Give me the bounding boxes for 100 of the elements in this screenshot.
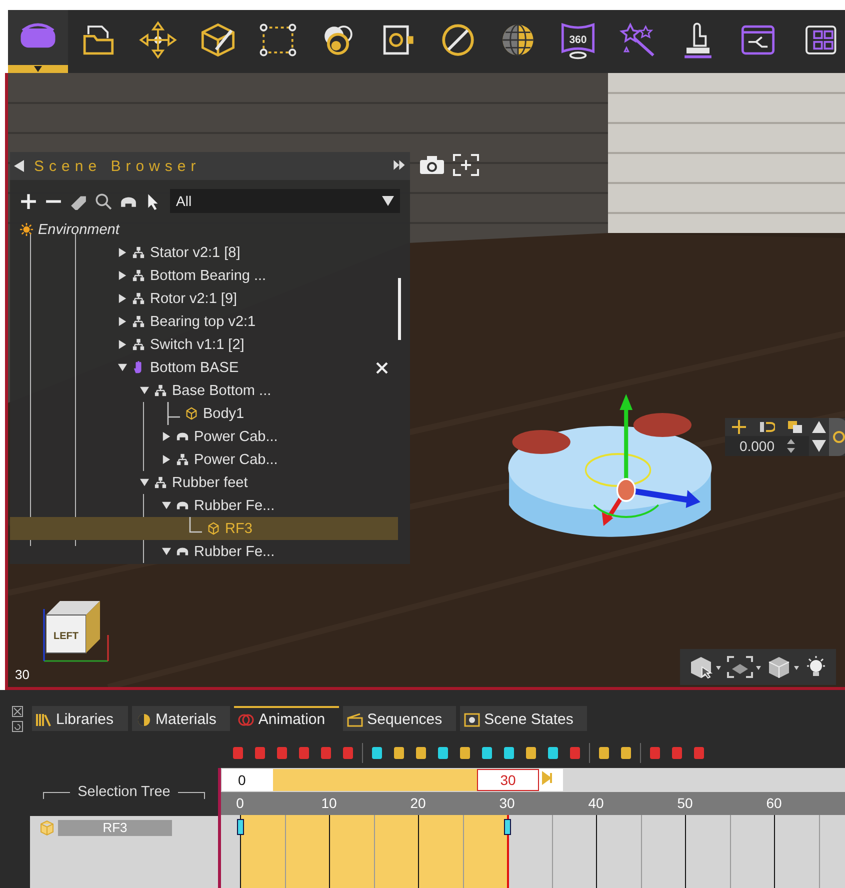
collapse-arrow-icon[interactable]	[162, 547, 171, 556]
range-end-field[interactable]: 30	[477, 769, 539, 791]
layers-icon[interactable]	[787, 420, 803, 434]
search-icon[interactable]	[95, 192, 112, 210]
tree-item-label: RF3	[225, 520, 252, 536]
expand-arrow-icon[interactable]	[162, 455, 171, 464]
sun-icon	[20, 223, 33, 236]
tree-item-label: Rubber Fe...	[194, 544, 275, 560]
keyframe[interactable]	[504, 819, 511, 835]
toolbar-button[interactable]	[8, 10, 68, 73]
expand-arrow-icon[interactable]	[118, 294, 127, 303]
tree-item[interactable]: Bottom BASE	[10, 356, 410, 379]
restore-icon[interactable]	[12, 721, 23, 732]
expand-arrow-icon[interactable]	[118, 271, 127, 280]
tree-item-label: Environment	[38, 222, 120, 238]
keyframe[interactable]	[237, 819, 244, 835]
tree-item[interactable]: Rubber feet	[10, 471, 410, 494]
panel-tab[interactable]: Scene States	[460, 706, 588, 731]
ruler-label: 20	[410, 795, 426, 811]
tree-item[interactable]: Rubber Fe...	[10, 540, 410, 563]
tree-item-label: Bearing top v2:1	[150, 314, 256, 330]
hierarchy-icon	[132, 292, 145, 305]
move-icon[interactable]	[731, 420, 747, 434]
tree-item[interactable]: RF3	[10, 517, 398, 540]
tree-connector-icon	[166, 402, 180, 425]
component-icon	[176, 430, 189, 443]
cube-icon[interactable]	[766, 655, 800, 679]
tree-item[interactable]: Switch v1:1 [2]	[10, 333, 410, 356]
tree-item-label: Bottom Bearing ...	[150, 268, 266, 284]
toolbar-button[interactable]: 360	[548, 10, 608, 73]
magnet-icon[interactable]	[759, 420, 775, 434]
hierarchy-icon	[154, 384, 167, 397]
expand-arrow-icon[interactable]	[118, 248, 127, 257]
tree-item[interactable]: Base Bottom ...	[10, 379, 410, 402]
tree-item[interactable]: Body1	[10, 402, 410, 425]
ruler-label: 40	[588, 795, 604, 811]
grid-frame-icon[interactable]	[726, 655, 762, 679]
tree-item[interactable]: Environment	[10, 218, 410, 241]
light-bulb-icon[interactable]	[804, 655, 828, 679]
expand-arrow-icon[interactable]	[118, 340, 127, 349]
tree-item[interactable]: Power Cab...	[10, 448, 410, 471]
add-icon[interactable]	[20, 192, 37, 210]
view-cube-drawing[interactable]: LEFT	[38, 595, 116, 667]
tree-item-label: Switch v1:1 [2]	[150, 336, 244, 352]
close-box-icon[interactable]	[12, 706, 23, 717]
cube-icon	[207, 522, 220, 535]
hierarchy-icon	[154, 476, 167, 489]
panel-tab[interactable]: Materials	[132, 706, 230, 731]
tree-item-label: Rotor v2:1 [9]	[150, 290, 238, 306]
tree-item-label: Rubber feet	[172, 474, 248, 490]
scrollbar[interactable]	[398, 278, 401, 340]
clapperboard-icon	[346, 712, 364, 728]
collapse-arrow-icon[interactable]	[118, 363, 127, 372]
tree-item[interactable]: Rotor v2:1 [9]	[10, 287, 410, 310]
tree-item[interactable]: Bearing top v2:1	[10, 310, 410, 333]
tree-item[interactable]: Stator v2:1 [8]	[10, 241, 410, 264]
tree-item-label: Stator v2:1 [8]	[150, 244, 240, 260]
collapse-arrow-icon[interactable]	[140, 478, 149, 487]
spinner-icon[interactable]	[786, 439, 795, 453]
hierarchy-icon	[176, 453, 189, 466]
tree-item[interactable]: Bottom Bearing ...	[10, 264, 410, 287]
tree-item-label: Base Bottom ...	[172, 382, 272, 398]
ruler-label: 30	[499, 795, 515, 811]
up-arrow-icon[interactable]	[811, 420, 827, 434]
tree-item-label: Power Cab...	[194, 452, 278, 468]
down-arrow-icon[interactable]	[811, 439, 827, 453]
tree-item[interactable]: Power Cab...	[10, 425, 410, 448]
expand-arrow-icon[interactable]	[118, 317, 127, 326]
expand-arrow-icon[interactable]	[162, 432, 171, 441]
cube-icon	[38, 820, 56, 836]
hierarchy-icon	[132, 246, 145, 259]
tree-item-label: Rubber Fe...	[194, 498, 275, 514]
hierarchy-icon	[132, 269, 145, 282]
ruler-label: 60	[766, 795, 782, 811]
ruler-label: 10	[321, 795, 337, 811]
fit-frame-icon[interactable]	[453, 154, 479, 176]
panel-tab[interactable]: Sequences	[343, 706, 456, 731]
component-icon	[176, 499, 189, 512]
ruler-label: 0	[236, 795, 244, 811]
panel-title: Selection Tree	[76, 784, 172, 800]
tree-item[interactable]: Rubber Fe...	[10, 494, 410, 517]
panel-title: Scene Browser	[34, 158, 201, 174]
end-marker-icon[interactable]	[539, 769, 563, 791]
collapse-left-icon[interactable]	[14, 160, 24, 172]
tree-item-label: Power Cab...	[194, 428, 278, 444]
cube-icon	[185, 407, 198, 420]
ruler-label: 50	[677, 795, 693, 811]
filter-dropdown[interactable]: All	[170, 189, 400, 213]
collapse-arrow-icon[interactable]	[140, 386, 149, 395]
frame-number: 30	[15, 667, 30, 682]
collapse-arrow-icon[interactable]	[162, 501, 171, 510]
books-icon	[35, 712, 53, 728]
range-start-field[interactable]: 0	[222, 769, 273, 791]
value-field[interactable]: 0.000	[725, 436, 809, 456]
component-icon	[176, 545, 189, 558]
view-select-icon[interactable]	[688, 655, 722, 679]
hierarchy-icon	[132, 338, 145, 351]
close-icon[interactable]	[376, 362, 388, 374]
panel-tab[interactable]: Libraries	[32, 706, 128, 731]
tree-item-label: Bottom BASE	[150, 360, 239, 376]
